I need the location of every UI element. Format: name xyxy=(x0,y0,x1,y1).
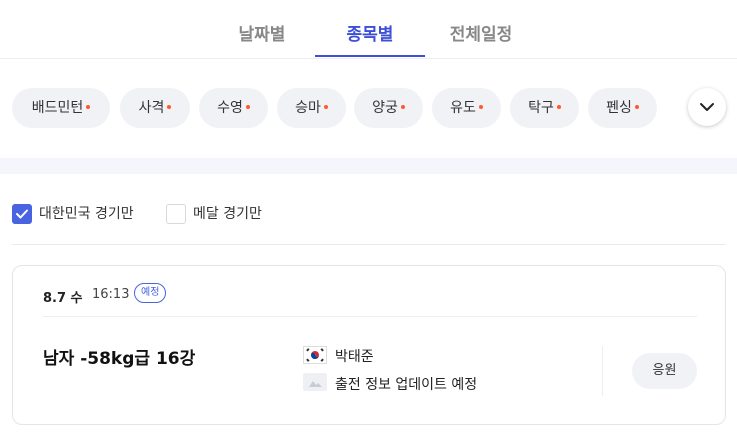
chip-judo[interactable]: 유도 xyxy=(432,88,501,128)
chip-label: 배드민턴 xyxy=(31,100,84,116)
match-time: 16:13 xyxy=(92,287,130,302)
tab-by-date[interactable]: 날짜별 xyxy=(234,20,290,45)
chip-table-tennis[interactable]: 탁구 xyxy=(510,88,579,128)
chip-label: 탁구 xyxy=(528,100,554,116)
dot-icon xyxy=(478,105,483,109)
card-divider xyxy=(43,316,697,317)
match-card: 8.7 수 16:13 예정 남자 -58kg급 16강 박태준 출전 정보 업… xyxy=(12,265,726,425)
check-icon xyxy=(16,209,28,219)
dot-icon xyxy=(400,105,405,109)
dot-icon xyxy=(634,105,639,109)
athlete-name: 박태준 xyxy=(335,349,374,365)
chip-label: 승마 xyxy=(295,100,321,116)
image-placeholder-icon xyxy=(303,373,327,391)
chip-label: 양궁 xyxy=(372,100,398,116)
chevron-down-icon xyxy=(700,103,714,111)
korea-flag-icon xyxy=(303,346,327,364)
cheer-button[interactable]: 응원 xyxy=(632,353,697,389)
chip-archery[interactable]: 양궁 xyxy=(354,88,423,128)
tab-by-sport[interactable]: 종목별 xyxy=(340,20,400,45)
chip-label: 유도 xyxy=(450,100,476,116)
medal-only-label: 메달 경기만 xyxy=(193,206,262,222)
status-badge: 예정 xyxy=(134,283,167,303)
dot-icon xyxy=(167,105,172,109)
dot-icon xyxy=(556,105,561,109)
dot-icon xyxy=(86,105,91,109)
korea-only-checkbox[interactable] xyxy=(12,204,32,224)
active-tab-indicator xyxy=(315,55,425,57)
chip-label: 수영 xyxy=(217,100,243,116)
chip-badminton[interactable]: 배드민턴 xyxy=(12,88,110,128)
korea-only-label: 대한민국 경기만 xyxy=(39,206,134,222)
chip-label: 펜싱 xyxy=(606,100,632,116)
tab-bar: 날짜별 종목별 전체일정 xyxy=(0,0,737,59)
opponent-status: 출전 정보 업데이트 예정 xyxy=(335,377,478,393)
match-date: 8.7 수 xyxy=(43,291,83,306)
medal-only-checkbox[interactable] xyxy=(166,204,186,224)
expand-chips-button[interactable] xyxy=(688,88,726,126)
korea-only-filter[interactable]: 대한민국 경기만 xyxy=(12,204,162,224)
chip-shooting[interactable]: 사격 xyxy=(120,88,190,128)
list-divider xyxy=(12,244,726,245)
event-title: 남자 -58kg급 16강 xyxy=(43,349,196,369)
dot-icon xyxy=(323,105,328,109)
chip-label: 사격 xyxy=(138,100,165,116)
chip-fencing[interactable]: 펜싱 xyxy=(588,88,657,128)
card-vertical-divider xyxy=(602,346,603,396)
tab-full-schedule[interactable]: 전체일정 xyxy=(443,20,519,45)
medal-only-filter[interactable]: 메달 경기만 xyxy=(166,204,286,224)
chip-equestrian[interactable]: 승마 xyxy=(277,88,346,128)
chip-swimming[interactable]: 수영 xyxy=(199,88,268,128)
dot-icon xyxy=(245,105,250,109)
section-separator xyxy=(0,158,737,174)
